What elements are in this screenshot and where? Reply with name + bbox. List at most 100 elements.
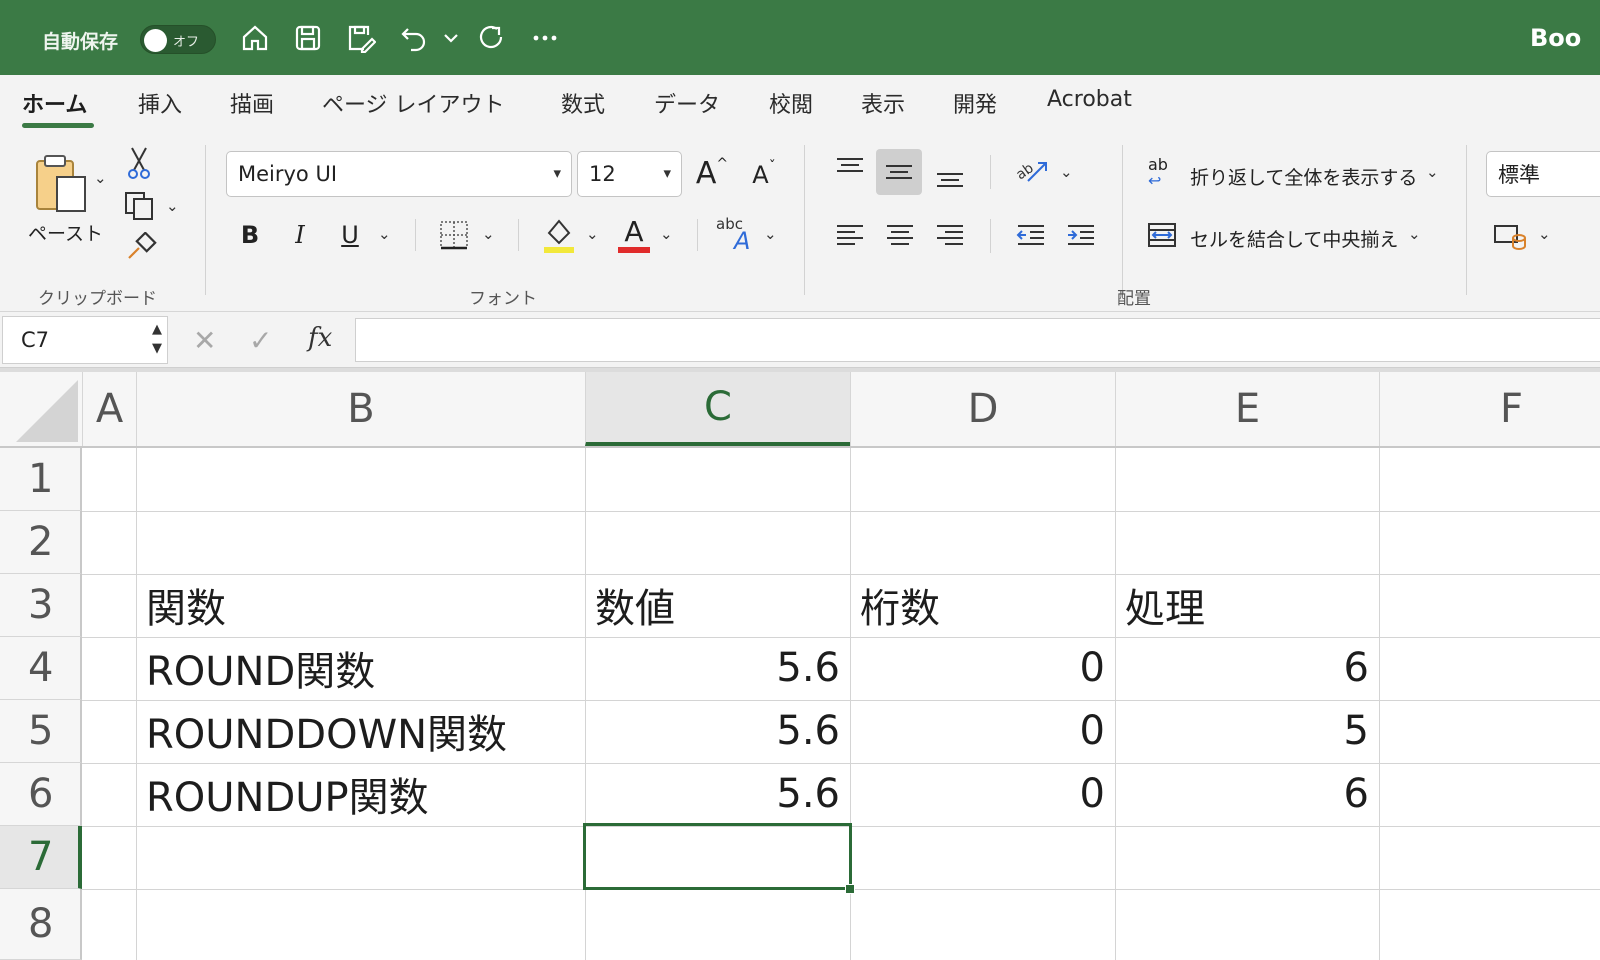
- bold-button[interactable]: B: [234, 217, 266, 253]
- cell-d5[interactable]: 0: [850, 700, 1115, 762]
- shrink-font-icon: A: [752, 161, 769, 189]
- tab-insert[interactable]: 挿入: [138, 87, 182, 119]
- tab-review[interactable]: 校閲: [769, 87, 813, 119]
- row-header-4[interactable]: 4: [0, 637, 82, 700]
- column-header-a[interactable]: A: [82, 372, 136, 446]
- font-color-button[interactable]: A: [616, 215, 652, 255]
- cut-icon[interactable]: [124, 145, 154, 181]
- underline-button[interactable]: U: [334, 217, 366, 253]
- italic-button[interactable]: I: [284, 217, 316, 253]
- fill-color-dropdown-icon[interactable]: ⌄: [586, 225, 599, 243]
- shrink-font-button[interactable]: Aˇ: [746, 157, 782, 193]
- name-box[interactable]: C7 ▲ ▼: [2, 316, 168, 364]
- cell-d3[interactable]: 桁数: [850, 574, 1115, 636]
- cell-b5[interactable]: ROUNDDOWN関数: [136, 700, 585, 762]
- row-header-8[interactable]: 8: [0, 889, 82, 960]
- cell-c4[interactable]: 5.6: [585, 637, 850, 699]
- name-box-stepper[interactable]: ▲ ▼: [152, 320, 162, 358]
- font-color-dropdown-icon[interactable]: ⌄: [660, 225, 673, 243]
- home-icon[interactable]: [237, 20, 273, 56]
- cell-e4[interactable]: 6: [1115, 637, 1379, 699]
- tab-draw[interactable]: 描画: [230, 87, 274, 119]
- grow-font-button[interactable]: A ^: [694, 155, 730, 191]
- tab-acrobat[interactable]: Acrobat: [1047, 87, 1132, 112]
- gridline: [82, 511, 1600, 512]
- enter-icon[interactable]: ✓: [249, 324, 272, 357]
- currency-dropdown-icon[interactable]: ⌄: [1538, 225, 1551, 243]
- fill-color-icon[interactable]: [540, 215, 578, 255]
- tab-page-layout[interactable]: ページ レイアウト: [322, 87, 505, 119]
- column-header-e[interactable]: E: [1115, 372, 1379, 446]
- wrap-dropdown-icon[interactable]: ⌄: [1426, 163, 1439, 181]
- borders-icon[interactable]: [436, 217, 472, 253]
- autosave-toggle[interactable]: オフ: [140, 25, 216, 54]
- orientation-dropdown-icon[interactable]: ⌄: [1060, 163, 1073, 181]
- borders-dropdown-icon[interactable]: ⌄: [482, 225, 495, 243]
- chevron-down-icon[interactable]: [436, 20, 466, 56]
- align-middle-icon[interactable]: [876, 149, 922, 195]
- save-edit-icon[interactable]: [343, 20, 379, 56]
- wrap-text-icon[interactable]: ab ↩: [1148, 155, 1182, 191]
- tab-data[interactable]: データ: [654, 87, 720, 119]
- cell-c3[interactable]: 数値: [585, 574, 850, 636]
- paste-icon[interactable]: [28, 149, 98, 221]
- row-header-5[interactable]: 5: [0, 700, 82, 763]
- align-left-icon[interactable]: [832, 217, 868, 253]
- cell-e5[interactable]: 5: [1115, 700, 1379, 762]
- column-header-b[interactable]: B: [136, 372, 585, 446]
- format-painter-icon[interactable]: [124, 231, 158, 263]
- copy-dropdown-icon[interactable]: ⌄: [166, 197, 179, 215]
- formula-input[interactable]: [355, 318, 1600, 362]
- tab-view[interactable]: 表示: [861, 87, 905, 119]
- fill-handle[interactable]: [845, 884, 855, 894]
- align-top-icon[interactable]: [832, 151, 868, 187]
- cell-d6[interactable]: 0: [850, 763, 1115, 825]
- row-header-2[interactable]: 2: [0, 511, 82, 574]
- insert-function-button[interactable]: fx: [308, 323, 332, 353]
- column-header-c[interactable]: C: [585, 372, 850, 446]
- orientation-icon[interactable]: ab: [1012, 151, 1052, 191]
- cell-b3[interactable]: 関数: [136, 574, 585, 636]
- merge-center-button[interactable]: セルを結合して中央揃え: [1190, 225, 1398, 252]
- align-center-icon[interactable]: [882, 217, 918, 253]
- phonetic-dropdown-icon[interactable]: ⌄: [764, 225, 777, 243]
- cell-c5[interactable]: 5.6: [585, 700, 850, 762]
- font-name-select[interactable]: Meiryo UI ▾: [226, 151, 572, 197]
- merge-center-icon[interactable]: [1146, 219, 1178, 251]
- wrap-text-button[interactable]: 折り返して全体を表示する: [1190, 163, 1417, 190]
- cell-d4[interactable]: 0: [850, 637, 1115, 699]
- row-header-3[interactable]: 3: [0, 574, 82, 637]
- align-bottom-icon[interactable]: [932, 157, 968, 193]
- undo-icon[interactable]: [396, 20, 432, 56]
- phonetic-guide-button[interactable]: abc A: [716, 215, 762, 255]
- column-header-d[interactable]: D: [850, 372, 1115, 446]
- column-header-f[interactable]: F: [1379, 372, 1600, 446]
- underline-dropdown-icon[interactable]: ⌄: [378, 225, 391, 243]
- cell-b6[interactable]: ROUNDUP関数: [136, 763, 585, 825]
- align-right-icon[interactable]: [932, 217, 968, 253]
- merge-dropdown-icon[interactable]: ⌄: [1408, 225, 1421, 243]
- tab-formulas[interactable]: 数式: [561, 87, 605, 119]
- number-format-select[interactable]: 標準: [1486, 151, 1600, 197]
- cancel-icon[interactable]: ✕: [193, 324, 216, 357]
- currency-format-icon[interactable]: [1492, 219, 1528, 251]
- cell-e6[interactable]: 6: [1115, 763, 1379, 825]
- copy-icon[interactable]: [122, 189, 158, 223]
- cell-e3[interactable]: 処理: [1115, 574, 1379, 636]
- font-size-select[interactable]: 12 ▾: [577, 151, 682, 197]
- decrease-indent-icon[interactable]: [1012, 217, 1050, 253]
- redo-icon[interactable]: [474, 20, 510, 56]
- row-header-7[interactable]: 7: [0, 826, 82, 889]
- save-icon[interactable]: [290, 20, 326, 56]
- cell-b4[interactable]: ROUND関数: [136, 637, 585, 699]
- paste-dropdown-icon[interactable]: ⌄: [94, 169, 107, 187]
- tab-developer[interactable]: 開発: [953, 87, 997, 119]
- active-cell-c7[interactable]: [583, 823, 852, 890]
- row-header-1[interactable]: 1: [0, 448, 82, 511]
- tab-home[interactable]: ホーム: [22, 87, 87, 119]
- more-icon[interactable]: [527, 20, 563, 56]
- increase-indent-icon[interactable]: [1062, 217, 1100, 253]
- row-header-6[interactable]: 6: [0, 763, 82, 826]
- cell-c6[interactable]: 5.6: [585, 763, 850, 825]
- select-all-button[interactable]: [0, 372, 82, 446]
